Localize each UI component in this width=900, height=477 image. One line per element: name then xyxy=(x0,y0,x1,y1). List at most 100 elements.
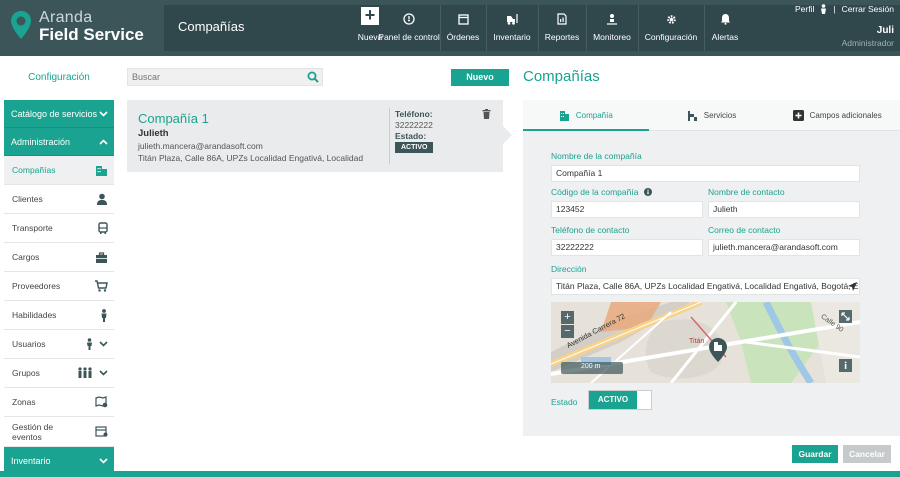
nav-divider xyxy=(704,5,705,51)
address-input[interactable]: Titán Plaza, Calle 86A, UPZs Localidad E… xyxy=(551,278,860,295)
company-name-label: Nombre de la compañía xyxy=(551,151,642,161)
plus-square-icon xyxy=(792,109,804,121)
info-circle-icon[interactable] xyxy=(643,188,652,196)
map-info-button[interactable] xyxy=(839,359,852,372)
forklift-icon xyxy=(506,14,518,25)
sidebar-item-clients[interactable]: Clientes xyxy=(4,185,114,214)
company-code-input[interactable]: 123452 xyxy=(551,201,703,218)
building-icon xyxy=(96,166,107,176)
sidebar-item-transport[interactable]: Transporte xyxy=(4,214,114,243)
expand-icon xyxy=(841,312,850,321)
nav-divider xyxy=(638,5,639,51)
tab-company[interactable]: Compañía xyxy=(523,100,649,131)
card-email: julieth.mancera@arandasoft.com xyxy=(138,141,263,151)
status-badge: ACTIVO xyxy=(395,142,434,153)
sidebar-item-label: Zonas xyxy=(12,397,36,407)
contact-email-input[interactable]: julieth.mancera@arandasoft.com xyxy=(708,239,860,256)
cancel-button[interactable]: Cancelar xyxy=(843,445,891,463)
new-button[interactable]: Nuevo xyxy=(451,69,509,86)
nav-orders-button[interactable]: Órdenes xyxy=(442,5,484,51)
sidebar-item-skills[interactable]: Habilidades xyxy=(4,301,114,330)
zoom-out-button[interactable]: − xyxy=(561,325,574,338)
detail-tabs: Compañía Servicios Campos adicionales xyxy=(523,100,900,131)
sidebar-category-catalog[interactable]: Catálogo de servicios xyxy=(4,100,114,128)
contact-phone-label: Teléfono de contacto xyxy=(551,225,630,235)
location-arrow-icon[interactable] xyxy=(848,282,857,291)
report-document-icon xyxy=(557,13,567,25)
detail-title: Compañías xyxy=(523,68,600,85)
sidebar-category-admin[interactable]: Administración xyxy=(4,128,114,156)
nav-divider xyxy=(586,5,587,51)
profile-link[interactable]: Perfil xyxy=(795,4,814,14)
tab-services[interactable]: Servicios xyxy=(649,100,775,130)
company-code-label-text: Código de la compañía xyxy=(551,187,639,197)
delete-button[interactable] xyxy=(482,109,491,121)
sidebar-item-users[interactable]: Usuarios xyxy=(4,330,114,359)
nav-alerts-button[interactable]: Alertas xyxy=(706,5,744,51)
card-selection-arrow xyxy=(503,126,512,144)
tab-label: Campos adicionales xyxy=(809,110,882,120)
sidebar-heading: Configuración xyxy=(28,72,90,83)
contact-email-label: Correo de contacto xyxy=(708,225,781,235)
status-label: Estado xyxy=(551,397,578,407)
contact-phone-input[interactable]: 32222222 xyxy=(551,239,703,256)
fullscreen-button[interactable] xyxy=(839,310,852,323)
tab-additional-fields[interactable]: Campos adicionales xyxy=(774,100,900,130)
brand-product: Field Service xyxy=(39,25,144,44)
card-address: Titán Plaza, Calle 86A, UPZs Localidad E… xyxy=(138,153,364,163)
nav-panel-label: Panel de control xyxy=(378,32,440,42)
nav-monitor-button[interactable]: Monitoreo xyxy=(588,5,636,51)
search-button[interactable] xyxy=(307,71,319,85)
sidebar-item-zones[interactable]: Zonas xyxy=(4,388,114,417)
status-toggle-on: ACTIVO xyxy=(589,391,637,409)
person-skill-icon xyxy=(101,308,107,322)
nav-divider xyxy=(440,5,441,51)
status-toggle[interactable]: ACTIVO xyxy=(588,390,652,410)
search-icon xyxy=(307,71,319,83)
map-scale-label: 200 m xyxy=(581,363,601,370)
event-calendar-icon xyxy=(95,426,108,437)
company-code-label: Código de la compañía xyxy=(551,187,652,197)
bell-icon xyxy=(720,14,730,25)
card-status-label: Estado: xyxy=(395,131,427,141)
sidebar-item-label: Habilidades xyxy=(12,310,57,320)
logout-link[interactable]: Cerrar Sesión xyxy=(842,4,894,14)
sidebar-item-label: Proveedores xyxy=(12,281,61,291)
sidebar-item-companies[interactable]: Compañías xyxy=(4,156,114,185)
card-contact-name: Julieth xyxy=(138,128,169,139)
app-logo[interactable]: Aranda Field Service xyxy=(10,8,160,48)
contact-name-input[interactable]: Julieth xyxy=(708,201,860,218)
nav-inventory-button[interactable]: Inventario xyxy=(488,5,536,51)
sidebar-item-providers[interactable]: Proveedores xyxy=(4,272,114,301)
nav-reports-button[interactable]: Reportes xyxy=(540,5,584,51)
nav-panel-button[interactable]: Panel de control xyxy=(378,5,440,51)
nav-inventory-label: Inventario xyxy=(493,32,531,42)
user-role: Administrador xyxy=(841,38,894,48)
save-button[interactable]: Guardar xyxy=(792,445,838,463)
user-separator: | xyxy=(833,4,836,14)
chevron-down-icon xyxy=(99,341,108,347)
chevron-up-icon xyxy=(99,138,108,145)
zone-map-icon xyxy=(95,396,108,408)
company-card[interactable]: Compañía 1 Julieth julieth.mancera@arand… xyxy=(127,100,503,172)
card-divider xyxy=(389,108,390,164)
map-marker-icon xyxy=(709,338,727,362)
plus-icon: + xyxy=(361,6,379,25)
user-name: Juli xyxy=(876,25,894,36)
group-people-icon xyxy=(78,367,92,378)
location-map[interactable]: Avenida Carrera 72 Calle 90 Titán + − 20… xyxy=(551,302,860,383)
zoom-in-button[interactable]: + xyxy=(561,311,574,324)
poi-label: Titán xyxy=(689,338,705,345)
sidebar-item-label: Clientes xyxy=(12,194,43,204)
sidebar-item-groups[interactable]: Grupos xyxy=(4,359,114,388)
sidebar-item-cargo[interactable]: Cargos xyxy=(4,243,114,272)
nav-config-button[interactable]: Configuración xyxy=(640,5,702,51)
detail-panel: Compañía Servicios Campos adicionales No… xyxy=(523,100,900,436)
briefcase-icon xyxy=(96,251,107,263)
address-label: Dirección xyxy=(551,264,587,274)
top-bar: Aranda Field Service Compañías + Nueva P… xyxy=(0,0,900,56)
company-name-input[interactable]: Compañía 1 xyxy=(551,165,860,182)
sidebar-item-label: Transporte xyxy=(12,223,53,233)
sidebar-item-events[interactable]: Gestión de eventos xyxy=(4,417,114,447)
search-input[interactable] xyxy=(128,69,298,85)
